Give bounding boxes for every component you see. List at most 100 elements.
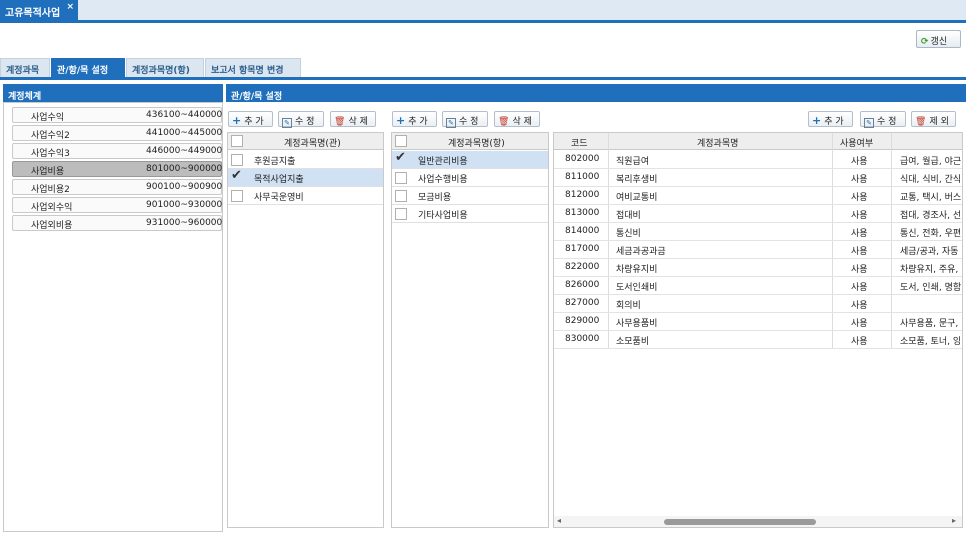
column-header: 계정과목명(항) xyxy=(448,139,505,149)
gwan-add-button[interactable]: + 추 가 xyxy=(228,111,273,127)
checkmark-icon[interactable]: ✔ xyxy=(395,150,406,165)
scrollbar-thumb[interactable] xyxy=(664,519,816,525)
scroll-left-icon[interactable]: ◂ xyxy=(557,516,561,525)
cell-name: 사무용품비 xyxy=(616,319,658,329)
tab-account[interactable]: 계정과목 xyxy=(0,58,50,78)
cell-use: 사용 xyxy=(851,211,868,221)
hang-delete-button[interactable]: 🗑 삭 제 xyxy=(494,111,540,127)
cell-use: 사용 xyxy=(851,265,868,275)
horizontal-scrollbar[interactable]: ◂ ▸ xyxy=(554,516,962,527)
table-row[interactable]: 811000 복리후생비 사용 식대, 식비, 간식 xyxy=(554,169,962,187)
list-item[interactable]: 사업수익3 446000~449000 xyxy=(12,143,222,159)
select-all-checkbox[interactable] xyxy=(231,135,243,147)
cell-code: 812000 xyxy=(565,190,600,200)
list-item[interactable]: 사업외비용 931000~960000 xyxy=(12,215,222,231)
cell-name: 접대비 xyxy=(616,211,641,221)
tab-report-item-rename[interactable]: 보고서 항목명 변경 xyxy=(205,58,301,78)
mok-edit-button[interactable]: ✎ 수 정 xyxy=(860,111,906,128)
select-all-checkbox[interactable] xyxy=(395,135,407,147)
list-item[interactable]: 사업비용2 900100~900900 xyxy=(12,179,222,195)
mok-add-button[interactable]: + 추 가 xyxy=(808,111,853,127)
cell-code: 817000 xyxy=(565,244,600,254)
mok-exclude-button[interactable]: 🗑 제 외 xyxy=(911,111,956,127)
table-row[interactable]: 827000 회의비 사용 xyxy=(554,295,962,313)
gwan-edit-button[interactable]: ✎ 수 정 xyxy=(278,111,324,128)
table-row[interactable]: 모금비용 xyxy=(392,187,548,205)
button-label: 추 가 xyxy=(408,117,428,127)
close-tab-icon[interactable]: × xyxy=(66,2,74,12)
column-header-code: 코드 xyxy=(571,139,588,149)
table-row[interactable]: 826000 도서인쇄비 사용 도서, 인쇄, 명함 xyxy=(554,277,962,295)
window-tab[interactable]: 고유목적사업 × xyxy=(0,0,78,22)
tab-account-name-hang[interactable]: 계정과목명(항) xyxy=(126,58,204,78)
table-row-selected[interactable]: ✔ 목적사업지출 xyxy=(228,168,383,187)
item-name: 사업외비용 xyxy=(31,221,73,231)
refresh-icon: ⟳ xyxy=(921,37,929,47)
list-item[interactable]: 사업수익 436100~440000 xyxy=(12,107,222,123)
cell-name: 회의비 xyxy=(616,301,641,311)
refresh-label: 갱신 xyxy=(930,37,948,47)
gwan-delete-button[interactable]: 🗑 삭 제 xyxy=(330,111,376,127)
mok-grid: 코드 계정과목명 사용여부 802000 직원급여 사용 급여, 월급, 야근 811… xyxy=(553,132,963,528)
row-label: 일반관리비용 xyxy=(418,157,468,167)
mok-toolbar: + 추 가 ✎ 수 정 🗑 제 외 xyxy=(808,111,958,128)
scroll-right-icon[interactable]: ▸ xyxy=(952,516,956,525)
table-row[interactable]: 830000 소모품비 사용 소모품, 토너, 잉 xyxy=(554,331,962,349)
table-row[interactable]: 813000 접대비 사용 접대, 경조사, 선 xyxy=(554,205,962,223)
cell-name: 복리후생비 xyxy=(616,175,658,185)
table-row[interactable]: 후원금지출 xyxy=(228,151,383,169)
top-divider xyxy=(0,20,966,23)
tab-label: 관/항/목 설정 xyxy=(57,66,109,76)
hang-edit-button[interactable]: ✎ 수 정 xyxy=(442,111,488,128)
left-panel-title: 계정체계 xyxy=(8,92,42,102)
table-row[interactable]: 사무국운영비 xyxy=(228,187,383,205)
table-row[interactable]: 기타사업비용 xyxy=(392,205,548,223)
column-header-name: 계정과목명 xyxy=(697,139,739,149)
tab-divider xyxy=(0,77,966,80)
cell-desc: 교통, 택시, 버스 xyxy=(900,193,962,203)
list-item-selected[interactable]: 사업비용 801000~900000 xyxy=(12,161,222,177)
window-tab-title: 고유목적사업 xyxy=(5,8,61,19)
hang-grid: 계정과목명(항) ✔ 일반관리비용 사업수행비용 모금비용 기타사업비용 xyxy=(391,132,549,528)
cell-desc: 사무용품, 문구, xyxy=(900,319,959,329)
table-row[interactable]: 사업수행비용 xyxy=(392,169,548,187)
row-checkbox[interactable] xyxy=(231,190,243,202)
row-checkbox[interactable] xyxy=(395,208,407,220)
table-row-selected[interactable]: ✔ 일반관리비용 xyxy=(392,150,548,169)
cell-desc: 급여, 월급, 야근 xyxy=(900,157,962,167)
button-label: 수 정 xyxy=(877,117,897,127)
row-checkbox[interactable] xyxy=(395,190,407,202)
button-label: 제 외 xyxy=(929,117,949,127)
table-row[interactable]: 802000 직원급여 사용 급여, 월급, 야근 xyxy=(554,151,962,169)
item-range: 931000~960000 xyxy=(146,218,223,228)
checkmark-icon[interactable]: ✔ xyxy=(231,168,242,183)
hang-add-button[interactable]: + 추 가 xyxy=(392,111,437,127)
edit-icon: ✎ xyxy=(282,118,292,128)
cell-use: 사용 xyxy=(851,157,868,167)
list-item[interactable]: 사업외수익 901000~930000 xyxy=(12,197,222,213)
window-tab-bar xyxy=(0,0,966,22)
cell-desc: 통신, 전화, 우편 xyxy=(900,229,962,239)
table-row[interactable]: 829000 사무용품비 사용 사무용품, 문구, xyxy=(554,313,962,331)
row-checkbox[interactable] xyxy=(395,172,407,184)
item-name: 사업수익3 xyxy=(31,149,70,159)
table-row[interactable]: 822000 차량유지비 사용 차량유지, 주유, xyxy=(554,259,962,277)
main-panel-header: 관/항/목 설정 xyxy=(226,84,966,102)
table-row[interactable]: 814000 통신비 사용 통신, 전화, 우편 xyxy=(554,223,962,241)
table-row[interactable]: 817000 세금과공과금 사용 세금/공과, 자동 xyxy=(554,241,962,259)
table-row[interactable]: 812000 여비교통비 사용 교통, 택시, 버스 xyxy=(554,187,962,205)
cell-code: 813000 xyxy=(565,208,600,218)
cell-use: 사용 xyxy=(851,247,868,257)
hang-grid-header: 계정과목명(항) xyxy=(392,133,548,150)
cell-name: 통신비 xyxy=(616,229,641,239)
main-panel-title: 관/항/목 설정 xyxy=(231,92,283,102)
refresh-button[interactable]: ⟳ 갱신 xyxy=(916,30,961,48)
item-range: 900100~900900 xyxy=(146,182,223,192)
tab-gwan-hang-mok[interactable]: 관/항/목 설정 xyxy=(51,58,125,78)
row-checkbox[interactable] xyxy=(231,154,243,166)
plus-icon: + xyxy=(396,114,406,127)
cell-code: 827000 xyxy=(565,298,600,308)
cell-name: 도서인쇄비 xyxy=(616,283,658,293)
list-item[interactable]: 사업수익2 441000~445000 xyxy=(12,125,222,141)
gwan-grid-header: 계정과목명(관) xyxy=(228,133,383,150)
